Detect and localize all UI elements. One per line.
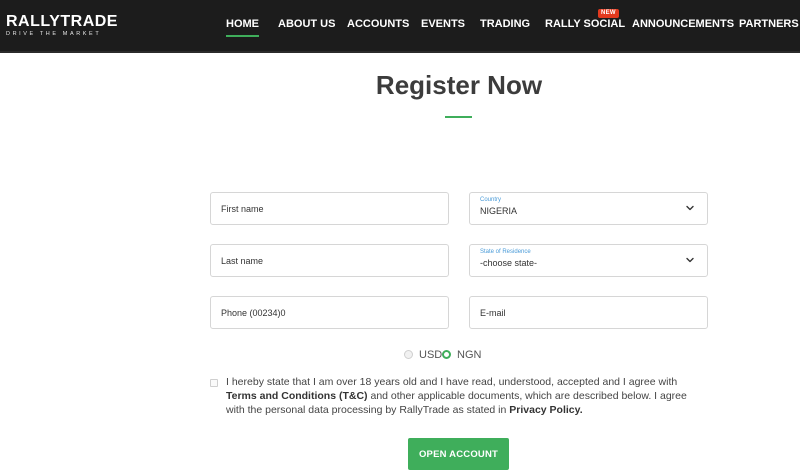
state-select[interactable]: State of Residence -choose state-: [469, 244, 708, 277]
currency-radio-usd[interactable]: [404, 350, 413, 359]
chevron-down-icon: [686, 257, 694, 263]
new-badge: NEW: [598, 9, 619, 18]
title-underline: [445, 116, 472, 118]
terms-link[interactable]: Terms and Conditions (T&C): [226, 390, 368, 402]
phone-input[interactable]: [211, 297, 448, 328]
chevron-down-icon: [686, 205, 694, 211]
currency-radio-ngn[interactable]: [442, 350, 451, 359]
brand-name: RALLYTRADE: [6, 13, 118, 30]
country-label: Country: [480, 197, 502, 203]
page-title: Register Now: [375, 70, 543, 100]
open-account-button[interactable]: OPEN ACCOUNT: [408, 438, 509, 470]
country-value: NIGERIA: [480, 206, 518, 216]
phone-field: [210, 296, 449, 329]
nav-item-events[interactable]: EVENTS: [421, 17, 465, 31]
nav-item-trading[interactable]: TRADING: [480, 17, 530, 31]
email-input[interactable]: [470, 297, 707, 328]
nav-item-accounts[interactable]: ACCOUNTS: [347, 17, 409, 31]
nav-item-rally-social[interactable]: RALLY SOCIAL: [545, 17, 625, 31]
nav-item-about-us[interactable]: ABOUT US: [278, 17, 335, 31]
state-value: -choose state-: [480, 258, 538, 268]
brand-tagline: DRIVE THE MARKET: [6, 31, 102, 37]
nav-item-partners[interactable]: PARTNERS: [739, 17, 799, 31]
nav-item-announcements[interactable]: ANNOUNCEMENTS: [632, 17, 734, 31]
country-select[interactable]: Country NIGERIA: [469, 192, 708, 225]
state-label: State of Residence: [480, 249, 531, 255]
privacy-policy-link[interactable]: Privacy Policy.: [509, 404, 582, 416]
first-name-field: [210, 192, 449, 225]
first-name-input[interactable]: [211, 193, 448, 224]
brand-logo[interactable]: RALLYTRADE DRIVE THE MARKET: [6, 13, 118, 40]
currency-label-ngn: NGN: [457, 349, 482, 361]
currency-label-usd: USD: [419, 349, 443, 361]
last-name-field: [210, 244, 449, 277]
nav-item-home[interactable]: HOME: [226, 17, 259, 37]
terms-checkbox[interactable]: [210, 379, 218, 387]
last-name-input[interactable]: [211, 245, 448, 276]
email-field: [469, 296, 708, 329]
terms-text-part1: I hereby state that I am over 18 years o…: [226, 376, 678, 388]
top-navbar: RALLYTRADE DRIVE THE MARKET HOME ABOUT U…: [0, 0, 800, 53]
terms-text: I hereby state that I am over 18 years o…: [226, 375, 706, 417]
